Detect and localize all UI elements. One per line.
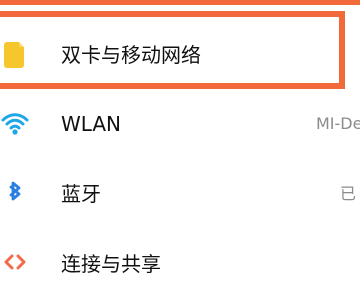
settings-row-bluetooth[interactable]: 蓝牙 已 (0, 172, 360, 216)
settings-row-label: 双卡与移动网络 (61, 43, 201, 67)
wifi-icon (0, 109, 30, 139)
settings-row-wlan[interactable]: WLAN MI-De (0, 102, 360, 146)
connection-sharing-icon (0, 249, 30, 279)
wlan-status-value: MI-De (316, 114, 360, 133)
settings-row-label: 连接与共享 (61, 252, 161, 276)
bluetooth-icon (0, 179, 30, 209)
bluetooth-status-value: 已 (340, 184, 357, 203)
settings-row-label: 蓝牙 (61, 182, 101, 206)
top-highlight-bar (0, 0, 360, 5)
settings-row-dual-sim[interactable]: 双卡与移动网络 (0, 33, 360, 77)
sim-card-icon (0, 40, 30, 70)
settings-row-label: WLAN (61, 112, 122, 136)
settings-row-connection-sharing[interactable]: 连接与共享 (0, 242, 360, 286)
